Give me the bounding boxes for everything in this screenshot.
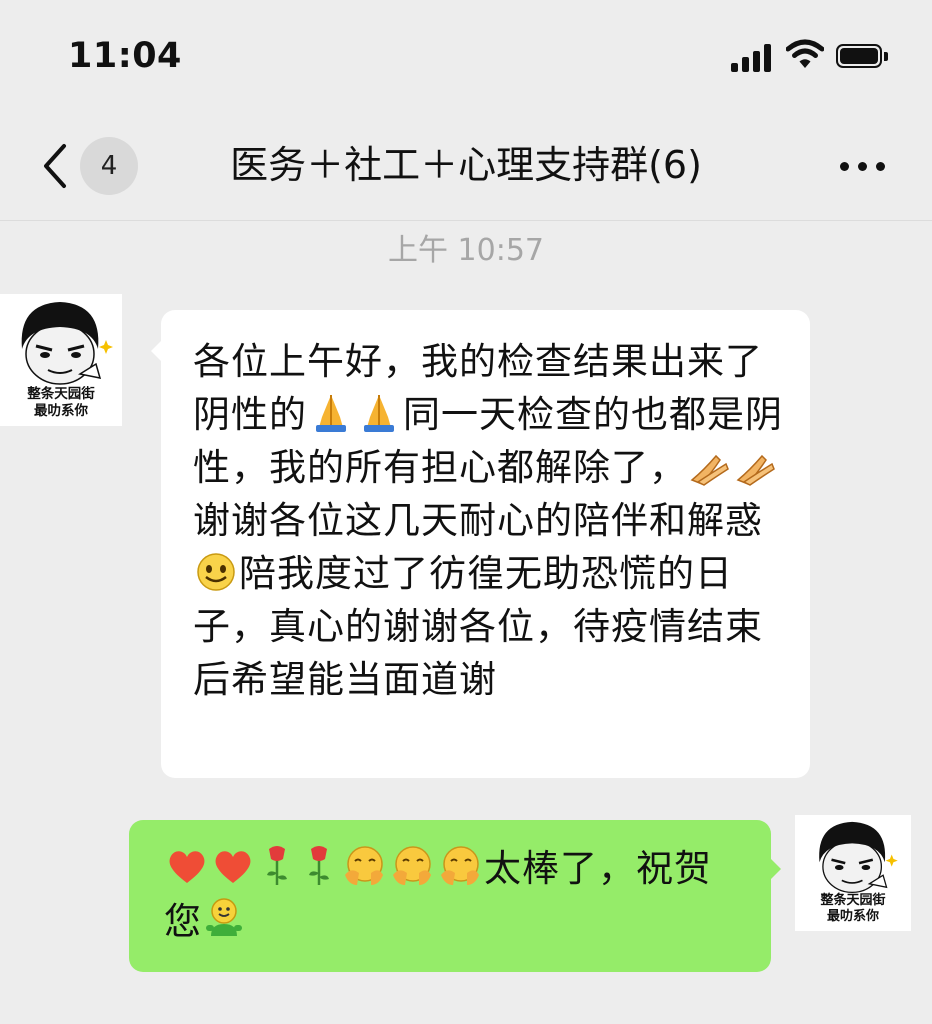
more-options-icon[interactable] [838,154,888,178]
pray-emoji-icon [364,395,394,432]
rose-emoji-icon [309,846,329,885]
meme-face-icon [21,302,113,385]
smile-emoji-icon [197,553,235,591]
wifi-icon [786,39,824,68]
grinning-figure-emoji-icon [206,898,242,936]
cellular-signal-icon [731,44,773,72]
heart-emoji-icon [169,851,205,883]
rose-emoji-icon [267,846,287,885]
pray-emoji-icon [316,395,346,432]
pray-hands-emoji-icon [690,454,729,486]
hugging-face-emoji-icon [393,846,431,885]
incoming-message-bubble[interactable]: 各位上午好，我的检查结果出来了阴性的 同一天检查的也都是阴性，我的所有担心都解除了… [151,310,810,778]
battery-icon [836,44,890,70]
message-text: 各位上午好，我的检查结果出来了阴性的 同一天检查的也都是阴性，我的所有担心都解除了… [193,340,783,701]
avatar-caption: 整条天园街 最叻系你 [27,386,95,419]
outgoing-message-bubble[interactable]: 太棒了，祝贺您 [129,820,781,972]
chat-header: 4 医务＋社工＋心理支持群(6) [0,110,932,221]
hugging-face-emoji-icon [345,846,383,885]
message-timestamp: 上午 10:57 [388,233,544,268]
back-chevron-icon[interactable] [36,138,76,194]
status-bar: 11:04 [0,0,932,110]
status-time: 11:04 [68,36,182,76]
pray-hands-emoji-icon [736,454,775,486]
avatar-caption: 整条天园街 最叻系你 [820,893,886,924]
message-text: 太棒了，祝贺您 [164,842,749,948]
hugging-face-emoji-icon [441,846,479,885]
sender-avatar[interactable]: 整条天园街 最叻系你 [0,294,122,426]
meme-face-icon [819,821,898,894]
my-avatar[interactable]: 整条天园街 最叻系你 [795,815,911,931]
heart-emoji-icon [215,851,251,883]
chat-title: 医务＋社工＋心理支持群(6) [230,143,702,187]
unread-count-badge[interactable]: 4 [80,137,138,195]
